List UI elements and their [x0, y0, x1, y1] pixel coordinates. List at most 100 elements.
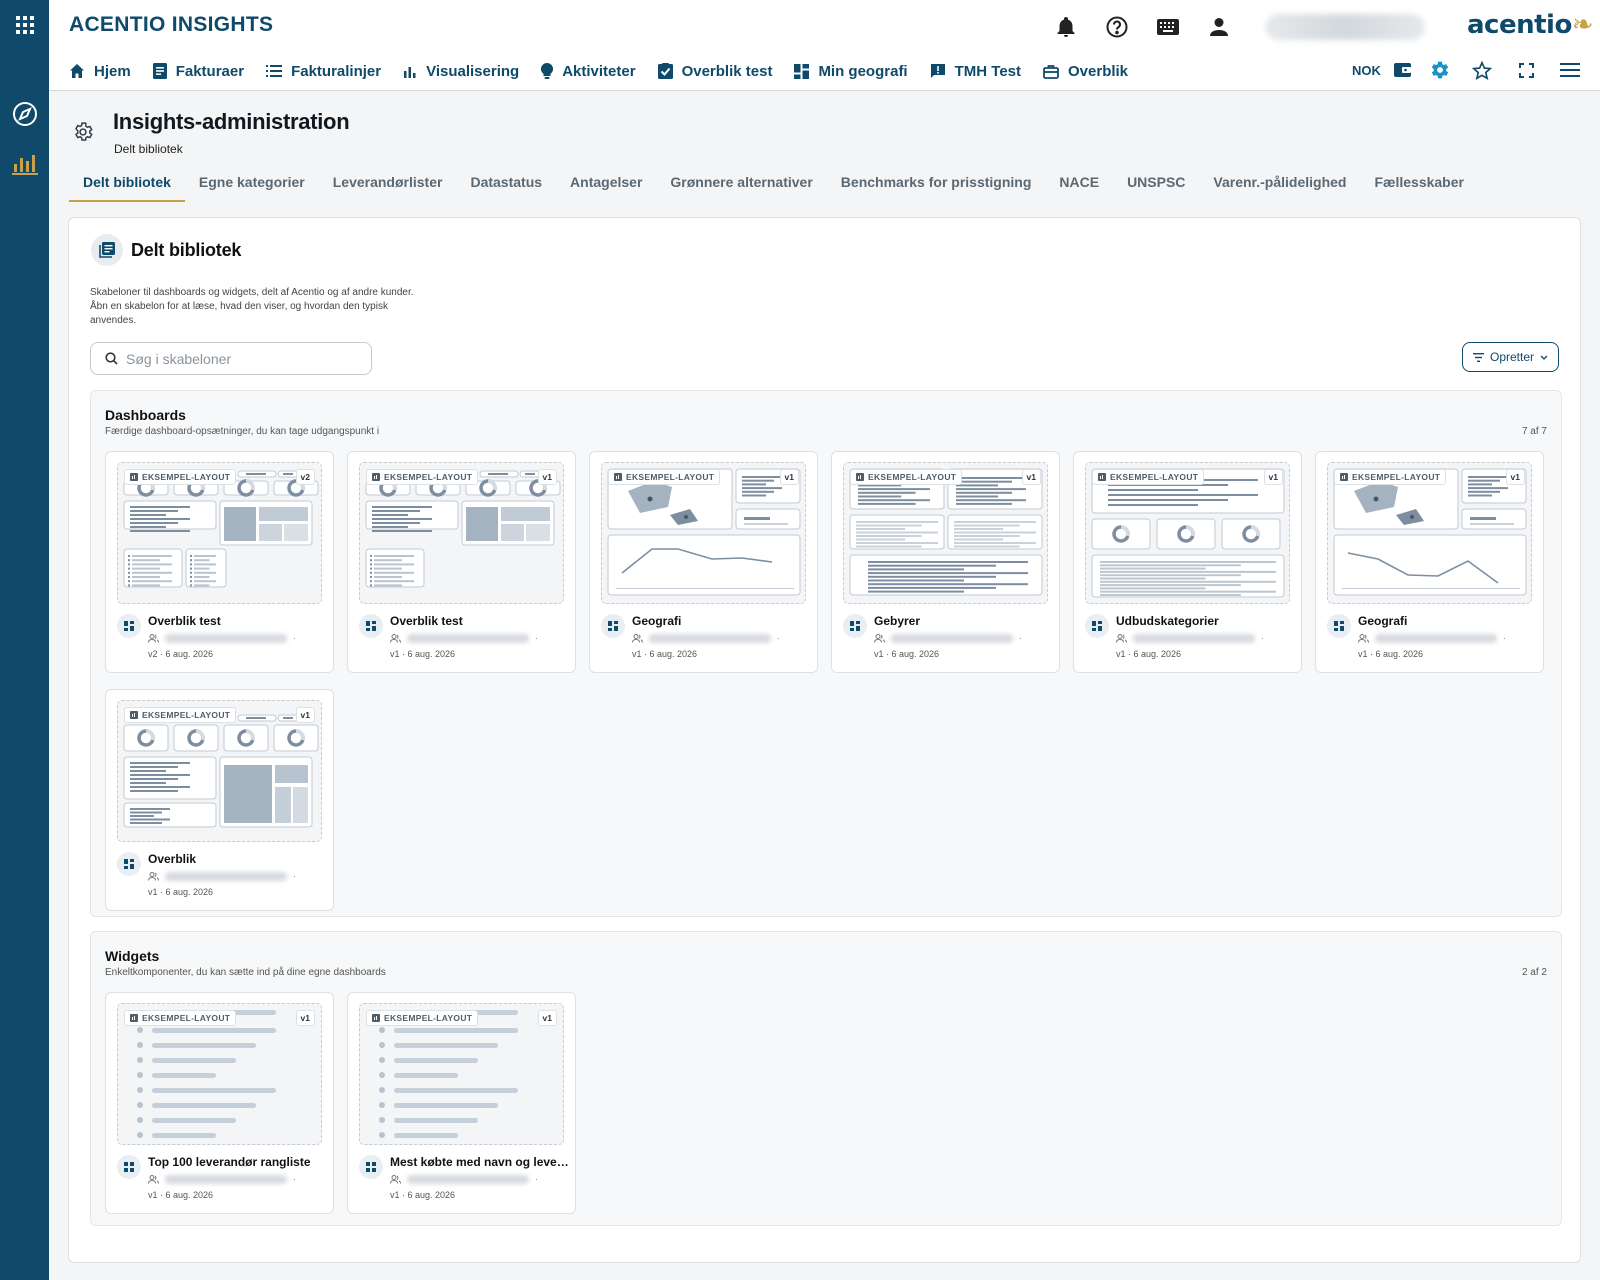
template-owner: · — [390, 633, 538, 643]
tab-egne-kategorier[interactable]: Egne kategorier — [185, 168, 319, 202]
tab-delt-bibliotek[interactable]: Delt bibliotek — [69, 168, 185, 202]
tab-grønnere-alternativer[interactable]: Grønnere alternativer — [656, 168, 826, 202]
template-meta: v1 · 6 aug. 2026 — [1116, 649, 1182, 659]
apps-grid-icon[interactable] — [9, 9, 40, 40]
nav-item-hjem[interactable]: Hjem — [69, 63, 131, 80]
dashboard-template-card[interactable]: EKSEMPEL-LAYOUT v1 Geografi · v1 · 6 aug… — [1315, 451, 1544, 673]
nav-item-aktiviteter[interactable]: Aktiviteter — [541, 63, 636, 80]
invoice-icon — [152, 63, 167, 79]
template-meta: v1 · 6 aug. 2026 — [148, 887, 214, 897]
example-layout-badge: EKSEMPEL-LAYOUT — [1092, 469, 1205, 485]
help-icon[interactable] — [1103, 13, 1131, 41]
menu-hamburger-icon[interactable] — [1557, 56, 1583, 84]
nav-item-tmh-test[interactable]: TMH Test — [930, 63, 1021, 80]
nav-item-fakturalinjer[interactable]: Fakturalinjer — [266, 63, 381, 80]
search-input[interactable] — [126, 350, 356, 367]
template-name: Geografi — [632, 614, 682, 628]
dashboard-template-card[interactable]: EKSEMPEL-LAYOUT v1 Geografi · v1 · 6 aug… — [589, 451, 818, 673]
users-icon — [632, 633, 643, 643]
example-layout-badge: EKSEMPEL-LAYOUT — [366, 469, 479, 485]
dashboard-icon — [794, 63, 810, 79]
wallet-icon[interactable] — [1391, 56, 1413, 84]
tab-leverandørlister[interactable]: Leverandørlister — [319, 168, 457, 202]
tab-datastatus[interactable]: Datastatus — [456, 168, 556, 202]
template-name: Overblik — [148, 852, 197, 866]
section-count: 2 af 2 — [1521, 967, 1547, 978]
template-preview: EKSEMPEL-LAYOUT v1 — [843, 462, 1048, 604]
template-name: Overblik test — [390, 614, 463, 628]
feedback-icon — [930, 63, 946, 79]
layout-icon — [1098, 473, 1106, 481]
favorite-star-icon[interactable] — [1469, 56, 1495, 84]
dashboard-icon — [1327, 614, 1351, 638]
template-meta: v1 · 6 aug. 2026 — [390, 1190, 456, 1200]
tab-varenr-pålidelighed[interactable]: Varenr.-pålidelighed — [1199, 168, 1360, 202]
widget-icon — [359, 1155, 383, 1179]
dashboard-template-card[interactable]: EKSEMPEL-LAYOUT v1 Udbudskategorier · v1… — [1073, 451, 1302, 673]
nav-item-overblik[interactable]: Overblik — [1043, 63, 1128, 80]
insights-chart-icon[interactable] — [9, 148, 40, 179]
user-account-icon[interactable] — [1205, 13, 1233, 41]
creator-filter-button[interactable]: Opretter — [1462, 342, 1559, 372]
template-preview: EKSEMPEL-LAYOUT v1 — [359, 462, 564, 604]
nav-item-min-geografi[interactable]: Min geografi — [794, 63, 908, 80]
layout-icon — [856, 473, 864, 481]
main-content: Insights-administration Delt bibliotek D… — [49, 91, 1600, 1280]
notifications-bell-icon[interactable] — [1052, 13, 1080, 41]
users-icon — [874, 633, 885, 643]
keyboard-icon[interactable] — [1154, 13, 1182, 41]
settings-gear-outline-icon — [72, 121, 96, 145]
tab-nace[interactable]: NACE — [1045, 168, 1113, 202]
example-layout-badge: EKSEMPEL-LAYOUT — [608, 469, 721, 485]
template-owner: · — [874, 633, 1022, 643]
tab-antagelser[interactable]: Antagelser — [556, 168, 656, 202]
chevron-down-icon — [1540, 355, 1548, 360]
dashboard-template-card[interactable]: EKSEMPEL-LAYOUT v2 Overblik test · v2 · … — [105, 451, 334, 673]
currency-label[interactable]: NOK — [1352, 56, 1381, 84]
layout-icon — [614, 473, 622, 481]
layout-icon — [130, 473, 138, 481]
fullscreen-icon[interactable] — [1513, 56, 1539, 84]
dashboard-template-card[interactable]: EKSEMPEL-LAYOUT v1 Overblik · v1 · 6 aug… — [105, 689, 334, 911]
template-preview: EKSEMPEL-LAYOUT v1 — [1327, 462, 1532, 604]
template-meta: v2 · 6 aug. 2026 — [148, 649, 214, 659]
tab-unspsc[interactable]: UNSPSC — [1113, 168, 1199, 202]
home-icon — [69, 63, 85, 79]
template-owner: · — [148, 633, 296, 643]
template-owner: · — [148, 871, 296, 881]
owner-name-redacted — [1375, 633, 1497, 643]
template-search[interactable] — [90, 342, 372, 375]
template-owner: · — [148, 1174, 296, 1184]
owner-name-redacted — [407, 633, 529, 643]
template-owner: · — [1358, 633, 1506, 643]
tab-benchmarks-for-prisstigning[interactable]: Benchmarks for prisstigning — [827, 168, 1046, 202]
template-owner: · — [390, 1174, 538, 1184]
admin-tabs: Delt bibliotek Egne kategorier Leverandørl… — [69, 168, 1600, 202]
version-badge: v1 — [537, 469, 557, 485]
library-title: Delt bibliotek — [131, 240, 242, 260]
section-title: Dashboards — [105, 407, 186, 423]
template-name: Gebyrer — [874, 614, 921, 628]
users-icon — [390, 1174, 401, 1184]
users-icon — [148, 633, 159, 643]
dashboard-template-card[interactable]: EKSEMPEL-LAYOUT v1 Overblik test · v1 · … — [347, 451, 576, 673]
explore-icon[interactable] — [9, 98, 40, 129]
nav-item-overblik-test[interactable]: Overblik test — [657, 63, 772, 80]
dashboard-template-card[interactable]: EKSEMPEL-LAYOUT v1 Gebyrer · v1 · 6 aug.… — [831, 451, 1060, 673]
layout-icon — [1340, 473, 1348, 481]
template-preview: EKSEMPEL-LAYOUT v1 — [117, 700, 322, 842]
template-meta: v1 · 6 aug. 2026 — [1358, 649, 1424, 659]
tab-fællesskaber[interactable]: Fællesskaber — [1360, 168, 1478, 202]
users-icon — [390, 633, 401, 643]
nav-item-fakturaer[interactable]: Fakturaer — [152, 63, 244, 80]
nav-item-visualisering[interactable]: Visualisering — [403, 63, 519, 80]
owner-name-redacted — [165, 871, 287, 881]
template-name: Overblik test — [148, 614, 221, 628]
list-icon — [266, 64, 283, 78]
bar-chart-icon — [403, 64, 417, 78]
widget-template-card[interactable]: EKSEMPEL-LAYOUT v1 Mest købte med navn o… — [347, 992, 576, 1214]
settings-gear-icon[interactable] — [1427, 56, 1453, 84]
section-title: Widgets — [105, 948, 160, 964]
example-layout-badge: EKSEMPEL-LAYOUT — [124, 469, 237, 485]
widget-template-card[interactable]: EKSEMPEL-LAYOUT v1 Top 100 leverandør ra… — [105, 992, 334, 1214]
